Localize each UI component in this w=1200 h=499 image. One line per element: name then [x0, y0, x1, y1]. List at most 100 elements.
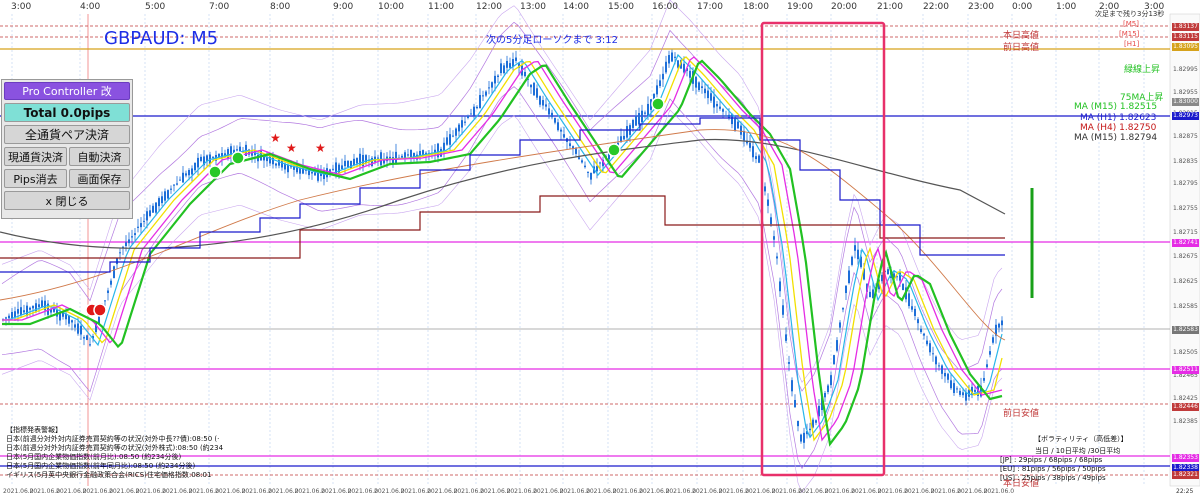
- candle-body: [716, 103, 718, 107]
- candle-body: [89, 344, 91, 346]
- candle-body: [644, 112, 646, 114]
- candle-body: [161, 196, 163, 204]
- pro-controller-panel: Pro Controller 改 Total 0.0pips 全通貨ペア決済 現…: [1, 79, 133, 219]
- close-current-pair-button[interactable]: 現通貨決済: [4, 147, 67, 166]
- candle-body: [17, 309, 19, 314]
- candle-body: [734, 118, 736, 131]
- candle-body: [770, 217, 772, 224]
- candle-body: [164, 191, 166, 201]
- candle-body: [851, 256, 853, 265]
- candle-body: [743, 131, 745, 141]
- candle-body: [341, 165, 343, 169]
- candle-body: [827, 385, 829, 393]
- candle-body: [461, 120, 463, 128]
- candle-body: [539, 96, 541, 105]
- pips-clear-button[interactable]: Pips消去: [4, 169, 67, 188]
- candle-body: [470, 113, 472, 115]
- price-tag: 1.82741: [1172, 239, 1199, 247]
- candle-body: [5, 317, 7, 319]
- top-axis-label: 22:00: [923, 2, 949, 12]
- candle-body: [395, 151, 397, 164]
- candle-body: [569, 143, 571, 147]
- candle-body: [842, 308, 844, 310]
- candle-body: [836, 340, 838, 351]
- save-screen-button[interactable]: 画面保存: [69, 169, 130, 188]
- candle-body: [32, 305, 34, 309]
- auto-close-button[interactable]: 自動決済: [69, 147, 130, 166]
- candle-body: [137, 226, 139, 228]
- candle-body: [701, 86, 703, 89]
- candle-body: [167, 190, 169, 199]
- candle-body: [467, 115, 469, 118]
- prev-low-label: 前日安値: [1003, 409, 1040, 419]
- signal-circle-icon: [651, 97, 665, 111]
- candle-body: [659, 80, 661, 87]
- candle-body: [548, 108, 550, 115]
- candle-body: [674, 56, 676, 58]
- candle-body: [509, 63, 511, 68]
- candle-body: [107, 290, 109, 294]
- candle-body: [740, 125, 742, 135]
- price-tag: 1.82353: [1172, 454, 1199, 462]
- candle-body: [578, 157, 580, 160]
- candle-body: [11, 312, 13, 319]
- candle-body: [797, 420, 799, 427]
- candle-body: [155, 202, 157, 213]
- candle-body: [662, 73, 664, 80]
- candle-body: [596, 165, 598, 172]
- candle-body: [713, 96, 715, 108]
- candle-body: [824, 393, 826, 398]
- candle-body: [830, 375, 832, 386]
- candle-body: [206, 155, 208, 161]
- candle-body: [560, 129, 562, 132]
- candle-body: [794, 399, 796, 408]
- candle-body: [737, 121, 739, 129]
- candle-body: [476, 106, 478, 109]
- candle-body: [935, 356, 937, 365]
- candle-countdown: 次の5分足ローソクまで 3:12: [486, 35, 618, 46]
- candle-body: [524, 71, 526, 77]
- candle-body: [974, 389, 976, 392]
- candle-body: [530, 84, 532, 88]
- candle-body: [833, 355, 835, 365]
- candle-body: [149, 210, 151, 216]
- candle-body: [497, 75, 499, 77]
- candle-body: [941, 365, 943, 374]
- candle-body: [575, 148, 577, 154]
- candle-body: [344, 160, 346, 167]
- candle-body: [449, 134, 451, 145]
- candle-body: [788, 362, 790, 364]
- top-axis-label: 16:00: [652, 2, 678, 12]
- candle-body: [38, 304, 40, 308]
- candle-body: [638, 113, 640, 125]
- sell-signal-icon: ★: [270, 131, 281, 145]
- candle-body: [170, 188, 172, 190]
- close-panel-button[interactable]: x 閉じる: [4, 191, 130, 210]
- candle-body: [536, 88, 538, 98]
- candle-body: [839, 322, 841, 328]
- candle-body: [446, 137, 448, 145]
- candle-body: [854, 245, 856, 251]
- candle-body: [410, 149, 412, 158]
- price-axis-label: 1.82505: [1173, 349, 1198, 356]
- candle-body: [317, 172, 319, 181]
- candle-body: [554, 117, 556, 123]
- candle-body: [590, 172, 592, 180]
- close-all-pairs-button[interactable]: 全通貨ペア決済: [4, 125, 130, 144]
- price-tag: 1.83137: [1172, 23, 1199, 31]
- candle-body: [455, 128, 457, 136]
- price-axis-label: 1.82795: [1173, 180, 1198, 187]
- price-axis-label: 1.82995: [1173, 66, 1198, 73]
- price-tag: 1.83000: [1172, 98, 1199, 106]
- candle-body: [464, 121, 466, 123]
- candle-body: [641, 110, 643, 123]
- candle-body: [77, 323, 79, 334]
- candle-body: [377, 157, 379, 159]
- candle-body: [776, 256, 778, 259]
- ma-legend-h1: MA (H1) 1.82623: [1080, 113, 1157, 123]
- price-tag: 1.83115: [1172, 33, 1199, 41]
- candle-body: [131, 236, 133, 238]
- price-chart[interactable]: ★ ★ ★: [0, 0, 1200, 499]
- candle-body: [191, 168, 193, 175]
- panel-title-button[interactable]: Pro Controller 改: [4, 82, 130, 100]
